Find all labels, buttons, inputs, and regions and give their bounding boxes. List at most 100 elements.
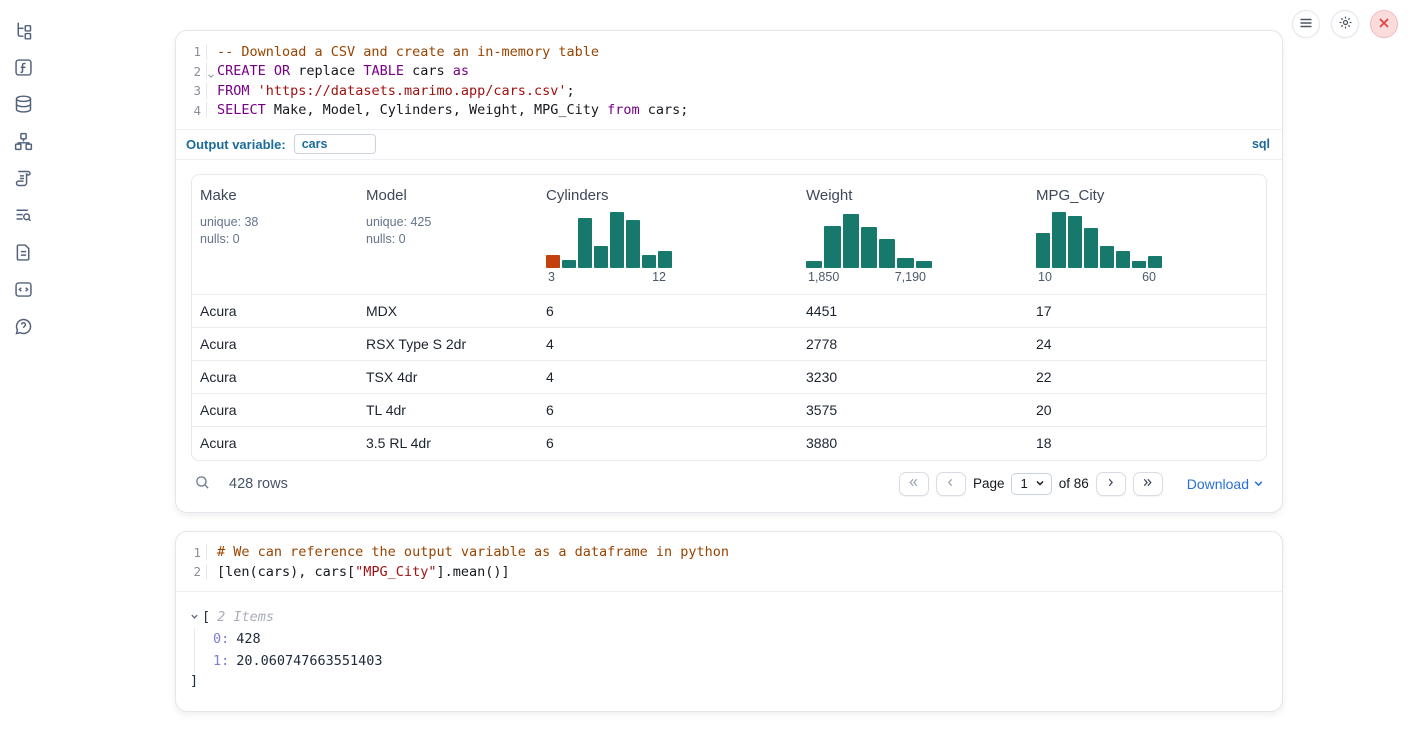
list-item: 0: 428 (213, 628, 1266, 651)
column-header-model[interactable]: Model unique: 425nulls: 0 (358, 175, 538, 295)
histogram-bar[interactable] (879, 239, 895, 268)
histogram-bar[interactable] (1116, 251, 1130, 268)
code-snippet-icon (13, 279, 34, 303)
output-variable-row: Output variable: sql (176, 129, 1282, 159)
sql-output: Make unique: 38nulls: 0 Model unique: 42… (176, 159, 1282, 512)
cylinders-histogram[interactable]: 312 (546, 212, 672, 284)
histogram-bar[interactable] (546, 255, 560, 268)
pagination: Page 1 of 86 (899, 472, 1163, 496)
table-row[interactable]: AcuraMDX6445117 (192, 295, 1266, 328)
page-select[interactable]: 1 (1011, 473, 1051, 495)
close-bracket: ] (190, 673, 1266, 693)
settings-button[interactable] (1331, 10, 1359, 38)
code-line: 2 CREATE OR replace TABLE cars as (176, 62, 1282, 82)
histogram-bar[interactable] (578, 218, 592, 268)
line-number: 3 (176, 83, 206, 98)
next-page-button[interactable] (1096, 472, 1126, 496)
histogram-bar[interactable] (610, 212, 624, 268)
code-text: FROM 'https://datasets.marimo.app/cars.c… (206, 83, 575, 99)
table-search-button[interactable] (194, 474, 211, 494)
chevron-right-icon (1104, 476, 1117, 492)
help-bubble-icon (13, 316, 34, 340)
page-label: Page (973, 476, 1005, 491)
collapse-chevron-icon[interactable] (190, 612, 199, 621)
sidebar-item-scratchpad[interactable] (12, 169, 34, 191)
column-header-mpg-city[interactable]: MPG_City 1060 (1028, 175, 1266, 295)
output-variable-input[interactable] (294, 134, 376, 154)
histogram-bar[interactable] (1052, 212, 1066, 268)
histogram-bar[interactable] (843, 214, 859, 268)
table-row[interactable]: Acura3.5 RL 4dr6388018 (192, 427, 1266, 460)
notebook-area: 1 -- Download a CSV and create an in-mem… (175, 30, 1283, 712)
item-value: 20.060747663551403 (236, 653, 382, 669)
last-page-button[interactable] (1133, 472, 1163, 496)
sidebar (0, 0, 46, 729)
histogram-bar[interactable] (658, 251, 672, 268)
chevron-left-icon (944, 476, 957, 492)
histogram-bar[interactable] (594, 246, 608, 268)
python-editor[interactable]: 1 # We can reference the output variable… (176, 532, 1282, 591)
item-index: 1: (213, 653, 229, 669)
tree-root[interactable]: [ 2 Items (190, 606, 1266, 628)
page-total-label: of 86 (1059, 476, 1089, 491)
sidebar-item-data-sources[interactable] (12, 95, 34, 117)
column-header-weight[interactable]: Weight 1,8507,190 (798, 175, 1028, 295)
code-text: -- Download a CSV and create an in-memor… (206, 44, 599, 60)
code-line: 1 # We can reference the output variable… (176, 543, 1282, 563)
sidebar-item-file-explorer[interactable] (12, 21, 34, 43)
code-line: 4 SELECT Make, Model, Cylinders, Weight,… (176, 101, 1282, 121)
histogram-bar[interactable] (897, 258, 913, 268)
menu-button[interactable] (1292, 10, 1320, 38)
mpg-city-histogram[interactable]: 1060 (1036, 212, 1162, 284)
code-line: 3 FROM 'https://datasets.marimo.app/cars… (176, 81, 1282, 101)
histogram-bar[interactable] (916, 261, 932, 268)
line-number: 1 (176, 44, 206, 59)
code-text: CREATE OR replace TABLE cars as (206, 63, 469, 79)
sidebar-item-snippets[interactable] (12, 280, 34, 302)
histogram-bar[interactable] (824, 226, 840, 268)
data-table: Make unique: 38nulls: 0 Model unique: 42… (191, 174, 1267, 461)
list-item: 1: 20.060747663551403 (213, 650, 1266, 673)
download-button[interactable]: Download (1187, 476, 1264, 492)
list-search-icon (13, 205, 34, 229)
language-badge[interactable]: sql (1252, 137, 1270, 151)
line-number: 4 (176, 103, 206, 118)
database-icon (13, 94, 34, 118)
table-row[interactable]: AcuraRSX Type S 2dr4277824 (192, 328, 1266, 361)
sidebar-item-documentation[interactable] (12, 243, 34, 265)
column-header-make[interactable]: Make unique: 38nulls: 0 (192, 175, 358, 295)
first-page-button[interactable] (899, 472, 929, 496)
output-variable-label: Output variable: (186, 137, 286, 152)
sidebar-item-variables[interactable] (12, 58, 34, 80)
fold-chevron-icon[interactable] (207, 68, 215, 83)
item-index: 0: (213, 631, 229, 647)
sidebar-item-help[interactable] (12, 317, 34, 339)
table-row[interactable]: AcuraTL 4dr6357520 (192, 394, 1266, 427)
histogram-bar[interactable] (806, 261, 822, 268)
document-icon (13, 242, 34, 266)
close-app-button[interactable] (1370, 10, 1398, 38)
histogram-bar[interactable] (562, 260, 576, 268)
sidebar-item-dependency-graph[interactable] (12, 132, 34, 154)
weight-histogram[interactable]: 1,8507,190 (806, 212, 932, 284)
histogram-bar[interactable] (861, 227, 877, 268)
column-header-cylinders[interactable]: Cylinders 312 (538, 175, 798, 295)
histogram-bar[interactable] (626, 220, 640, 268)
histogram-bar[interactable] (1100, 246, 1114, 268)
chevrons-left-icon (907, 476, 920, 492)
hamburger-icon (1299, 16, 1313, 33)
open-bracket: [ (202, 609, 210, 625)
file-tree-icon (13, 20, 34, 44)
previous-page-button[interactable] (936, 472, 966, 496)
sql-editor[interactable]: 1 -- Download a CSV and create an in-mem… (176, 31, 1282, 129)
search-icon (194, 474, 211, 494)
histogram-bar[interactable] (1036, 233, 1050, 268)
histogram-bar[interactable] (1068, 216, 1082, 268)
histogram-bar[interactable] (642, 255, 656, 268)
sidebar-item-logs[interactable] (12, 206, 34, 228)
scroll-icon (13, 168, 34, 192)
histogram-bar[interactable] (1084, 228, 1098, 268)
histogram-bar[interactable] (1148, 256, 1162, 268)
histogram-bar[interactable] (1132, 261, 1146, 268)
table-row[interactable]: AcuraTSX 4dr4323022 (192, 361, 1266, 394)
